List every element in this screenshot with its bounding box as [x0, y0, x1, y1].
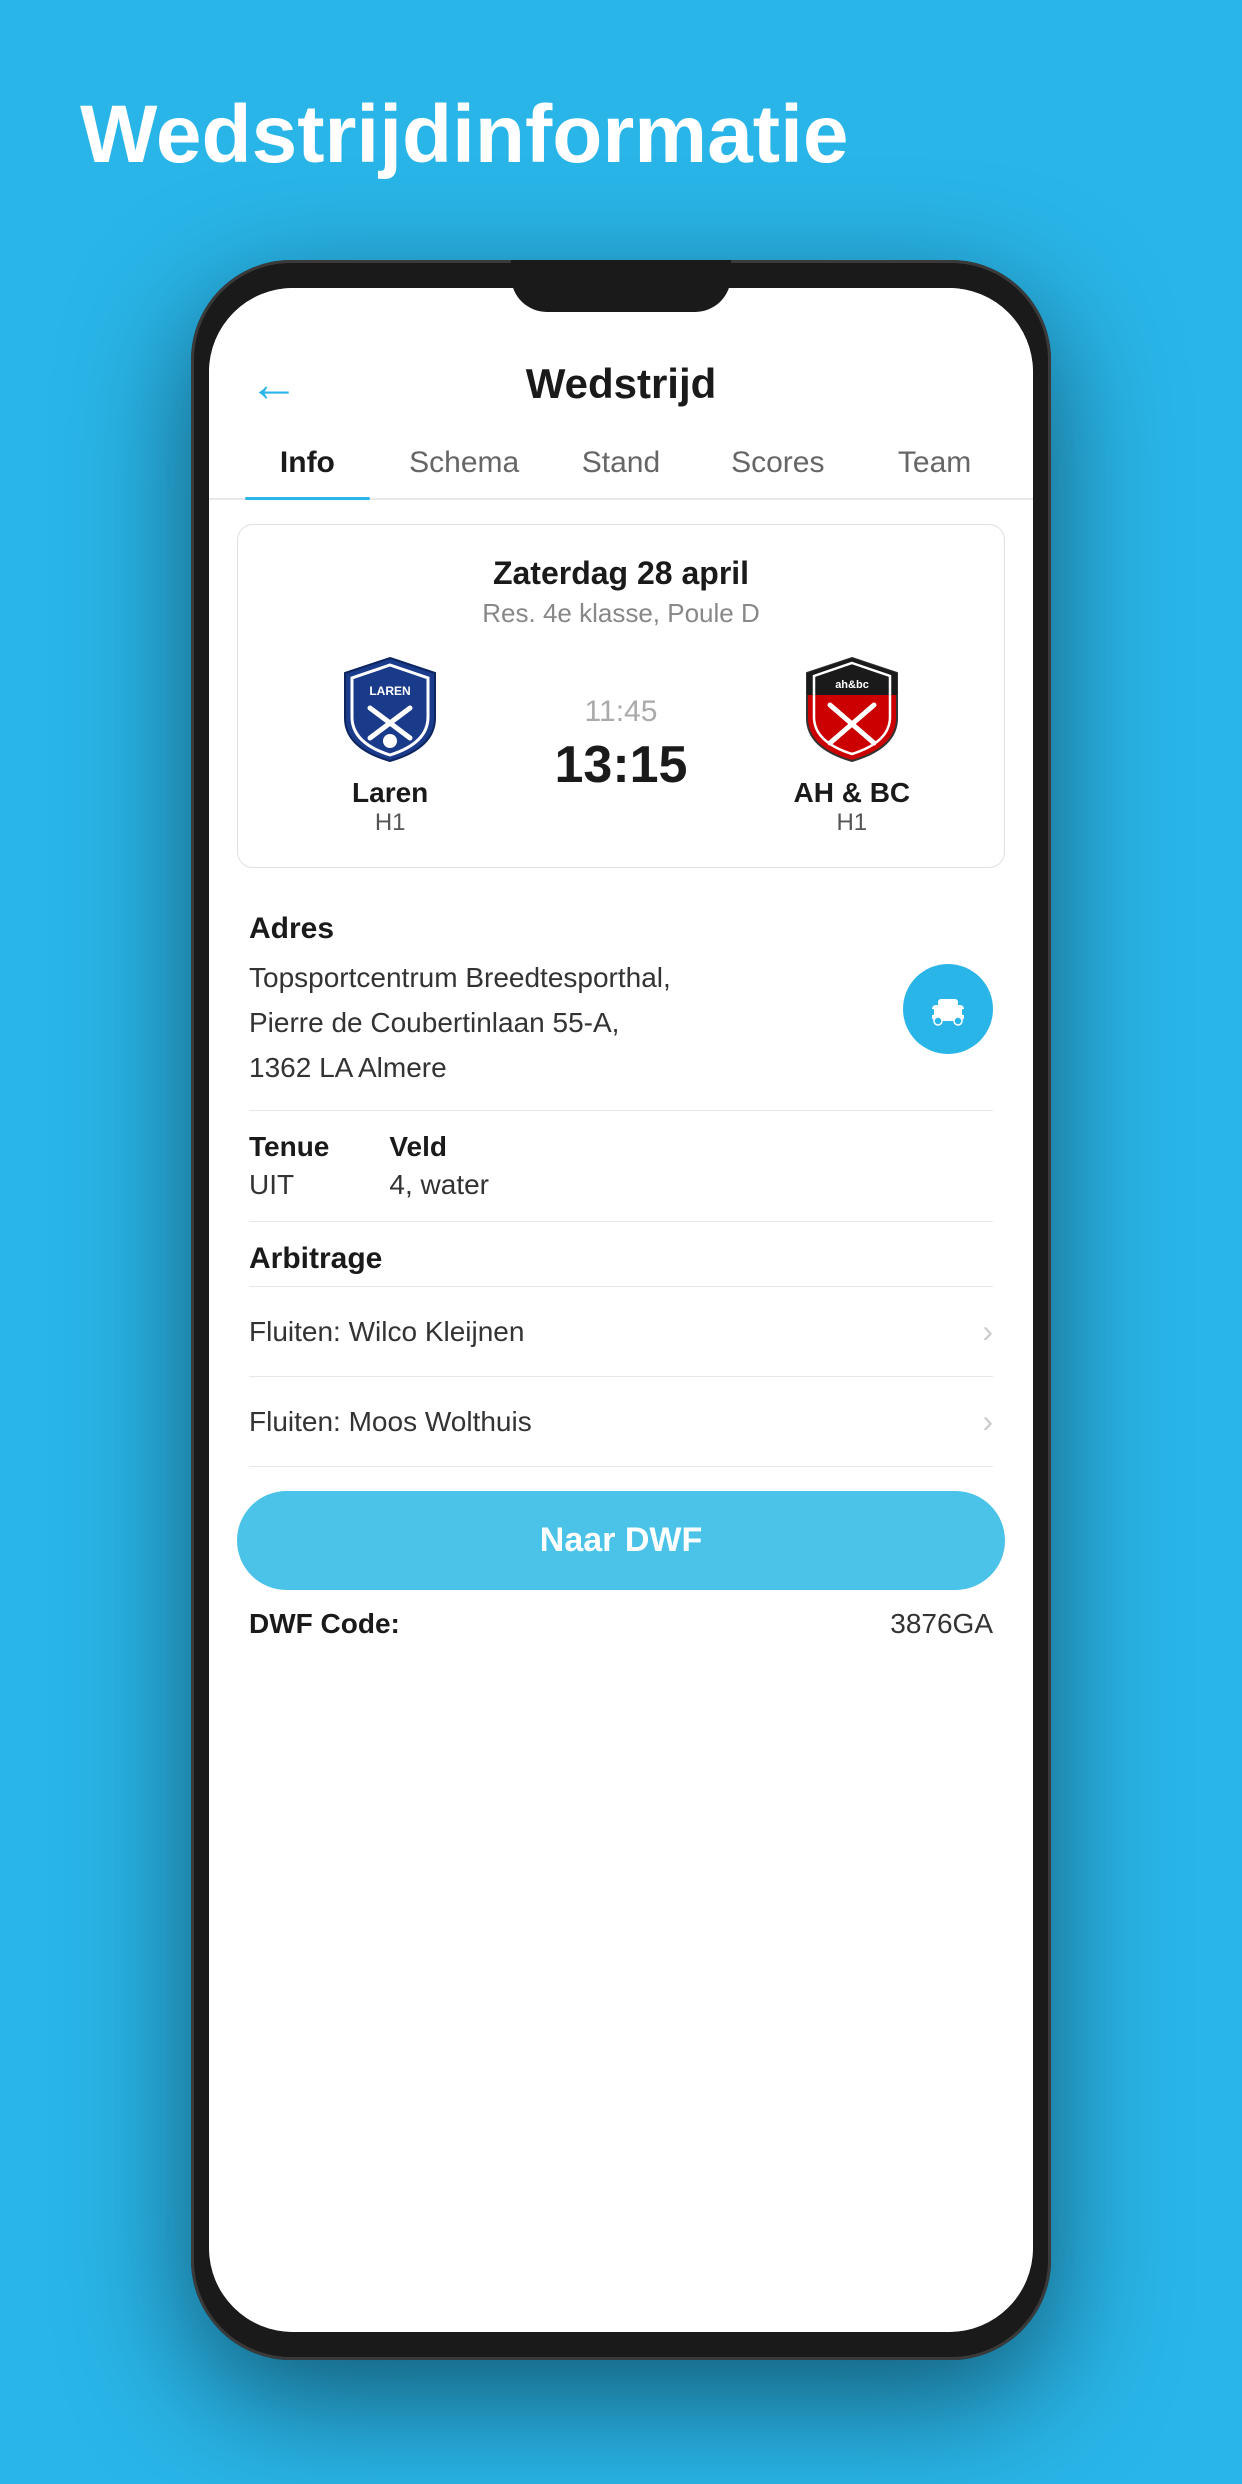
veld-value: 4, water — [389, 1169, 489, 1201]
tenue-block: Tenue UIT — [249, 1131, 329, 1201]
away-team-block: ah&bc AH & BC H1 — [752, 653, 952, 837]
phone-notch — [511, 260, 731, 312]
tab-info[interactable]: Info — [229, 428, 386, 498]
laren-badge: LAREN — [340, 653, 440, 763]
away-team-name: AH & BC — [793, 777, 910, 809]
phone-screen: ← Wedstrijd Info Schema Stand Scores — [209, 288, 1033, 2332]
veld-label: Veld — [389, 1131, 489, 1163]
chevron-right-icon-2: › — [982, 1403, 993, 1440]
tabs-bar: Info Schema Stand Scores Team — [209, 428, 1033, 500]
match-date: Zaterdag 28 april — [258, 555, 984, 592]
match-teams: LAREN Laren H1 — [258, 653, 984, 837]
referee-1-name: Fluiten: Wilco Kleijnen — [249, 1316, 524, 1348]
dwf-code-value: 3876GA — [890, 1608, 993, 1640]
home-team-sub: H1 — [375, 809, 406, 837]
tenue-label: Tenue — [249, 1131, 329, 1163]
ahbc-badge: ah&bc — [802, 653, 902, 763]
address-row: Topsportcentrum Breedtesporthal,Pierre d… — [249, 956, 993, 1090]
tab-scores[interactable]: Scores — [699, 428, 856, 498]
tab-schema[interactable]: Schema — [386, 428, 543, 498]
naar-dwf-button[interactable]: Naar DWF — [237, 1491, 1005, 1590]
home-team-name: Laren — [352, 777, 428, 809]
svg-text:ah&bc: ah&bc — [835, 679, 869, 691]
phone-frame: ← Wedstrijd Info Schema Stand Scores — [191, 260, 1051, 2360]
divider-5 — [249, 1466, 993, 1467]
address-label: Adres — [249, 912, 993, 946]
match-time-scheduled: 11:45 — [585, 695, 658, 729]
address-text: Topsportcentrum Breedtesporthal,Pierre d… — [249, 956, 883, 1090]
match-time-actual: 13:15 — [554, 735, 687, 795]
svg-text:LAREN: LAREN — [369, 684, 410, 698]
header-title: Wedstrijd — [526, 360, 717, 408]
referee-1-item[interactable]: Fluiten: Wilco Kleijnen › — [209, 1287, 1033, 1376]
away-team-sub: H1 — [836, 809, 867, 837]
home-team-block: LAREN Laren H1 — [290, 653, 490, 837]
veld-block: Veld 4, water — [389, 1131, 489, 1201]
dwf-code-label: DWF Code: — [249, 1608, 400, 1640]
tenue-veld-row: Tenue UIT Veld 4, water — [209, 1111, 1033, 1221]
dwf-code-row: DWF Code: 3876GA — [209, 1590, 1033, 1640]
phone-mockup: ← Wedstrijd Info Schema Stand Scores — [191, 260, 1051, 2360]
chevron-right-icon-1: › — [982, 1313, 993, 1350]
screen-content: ← Wedstrijd Info Schema Stand Scores — [209, 288, 1033, 2332]
arbitrage-heading: Arbitrage — [209, 1222, 1033, 1286]
referee-2-name: Fluiten: Moos Wolthuis — [249, 1406, 532, 1438]
back-button[interactable]: ← — [249, 355, 299, 413]
referee-2-item[interactable]: Fluiten: Moos Wolthuis › — [209, 1377, 1033, 1466]
address-section: Adres Topsportcentrum Breedtesporthal,Pi… — [209, 892, 1033, 1110]
match-card: Zaterdag 28 april Res. 4e klasse, Poule … — [237, 524, 1005, 868]
tab-stand[interactable]: Stand — [543, 428, 700, 498]
score-block: 11:45 13:15 — [554, 695, 687, 795]
tenue-value: UIT — [249, 1169, 329, 1201]
tab-team[interactable]: Team — [856, 428, 1013, 498]
match-league: Res. 4e klasse, Poule D — [258, 598, 984, 629]
page-title: Wedstrijdinformatie — [0, 0, 1242, 180]
map-button[interactable] — [903, 964, 993, 1054]
